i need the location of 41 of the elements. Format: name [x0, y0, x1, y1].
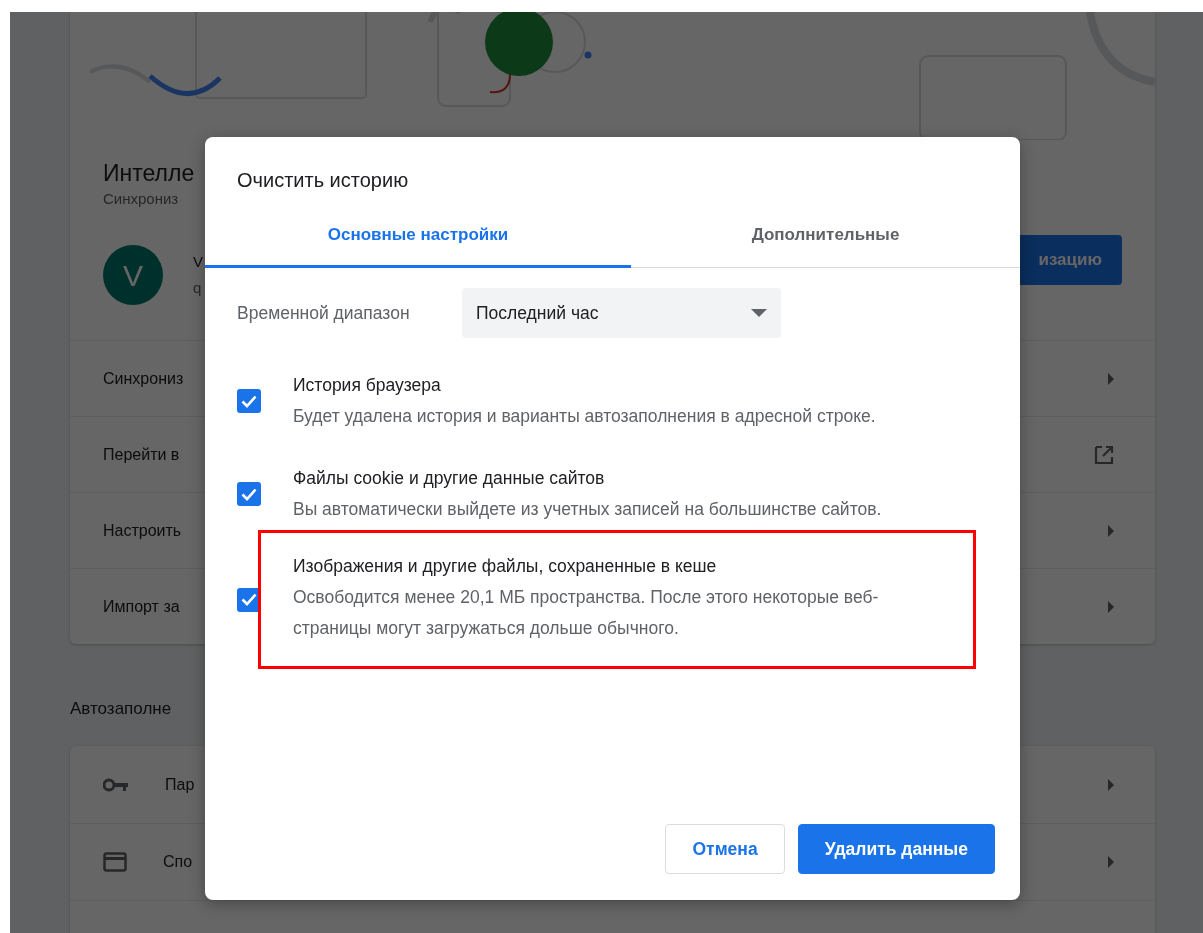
sync-button[interactable]: изацию: [1020, 235, 1122, 285]
checkmark-icon: [241, 394, 257, 408]
key-icon: [103, 777, 129, 792]
option-description: Вы автоматически выйдете из учетных записей на большинстве сайтов.: [293, 498, 883, 521]
delete-button[interactable]: Удалить данные: [797, 824, 995, 874]
row-label[interactable]: Пар: [165, 772, 195, 797]
checkbox[interactable]: [237, 482, 261, 506]
account-email: q: [193, 278, 203, 298]
option-title: Файлы cookie и другие данные сайтов: [293, 467, 606, 490]
option-description: Будет удалена история и варианты автозаполнения в адресной строке.: [293, 405, 877, 428]
arrow-icon: [1107, 524, 1115, 537]
option-title: Изображения и другие файлы, сохраненные в кеше: [293, 555, 718, 578]
arrow-icon: [1107, 600, 1115, 613]
row-label[interactable]: Импорт за: [103, 594, 180, 619]
arrow-icon: [1107, 856, 1115, 868]
row-label[interactable]: Перейти в: [103, 442, 180, 467]
card-title: Интелле: [103, 159, 195, 188]
dialog-title: Очистить историю: [236, 168, 410, 193]
tab[interactable]: Основные настройки: [205, 205, 631, 268]
arrow-icon: [1107, 372, 1115, 385]
tab[interactable]: Дополнительные: [631, 205, 1020, 268]
row-label[interactable]: Синхрониз: [103, 366, 184, 391]
external-link-icon: [1093, 443, 1115, 466]
cancel-button[interactable]: Отмена: [665, 824, 785, 874]
section-title: Автозаполне: [70, 698, 173, 720]
checkmark-icon: [241, 593, 257, 606]
option-description: Освободится менее 20,1 МБ пространства. После этого некоторые веб-страницы могут загружаться дольше обычного.: [293, 586, 880, 640]
row-label[interactable]: Спо: [163, 850, 193, 874]
credit-card-icon: [103, 852, 127, 872]
checkbox[interactable]: [237, 389, 261, 413]
card-subtitle: Синхрониз: [103, 189, 180, 209]
account-name: V: [193, 252, 203, 272]
row-label[interactable]: Настроить: [103, 518, 182, 543]
option-title: История браузера: [293, 374, 442, 397]
time-range-dropdown[interactable]: Последний час: [462, 288, 781, 338]
checkbox[interactable]: [237, 587, 261, 612]
checkmark-icon: [241, 487, 257, 501]
avatar: V: [103, 245, 163, 305]
arrow-icon: [1107, 778, 1115, 791]
dropdown-caret-icon: [751, 309, 767, 317]
field-label: Временной диапазон: [237, 301, 411, 325]
